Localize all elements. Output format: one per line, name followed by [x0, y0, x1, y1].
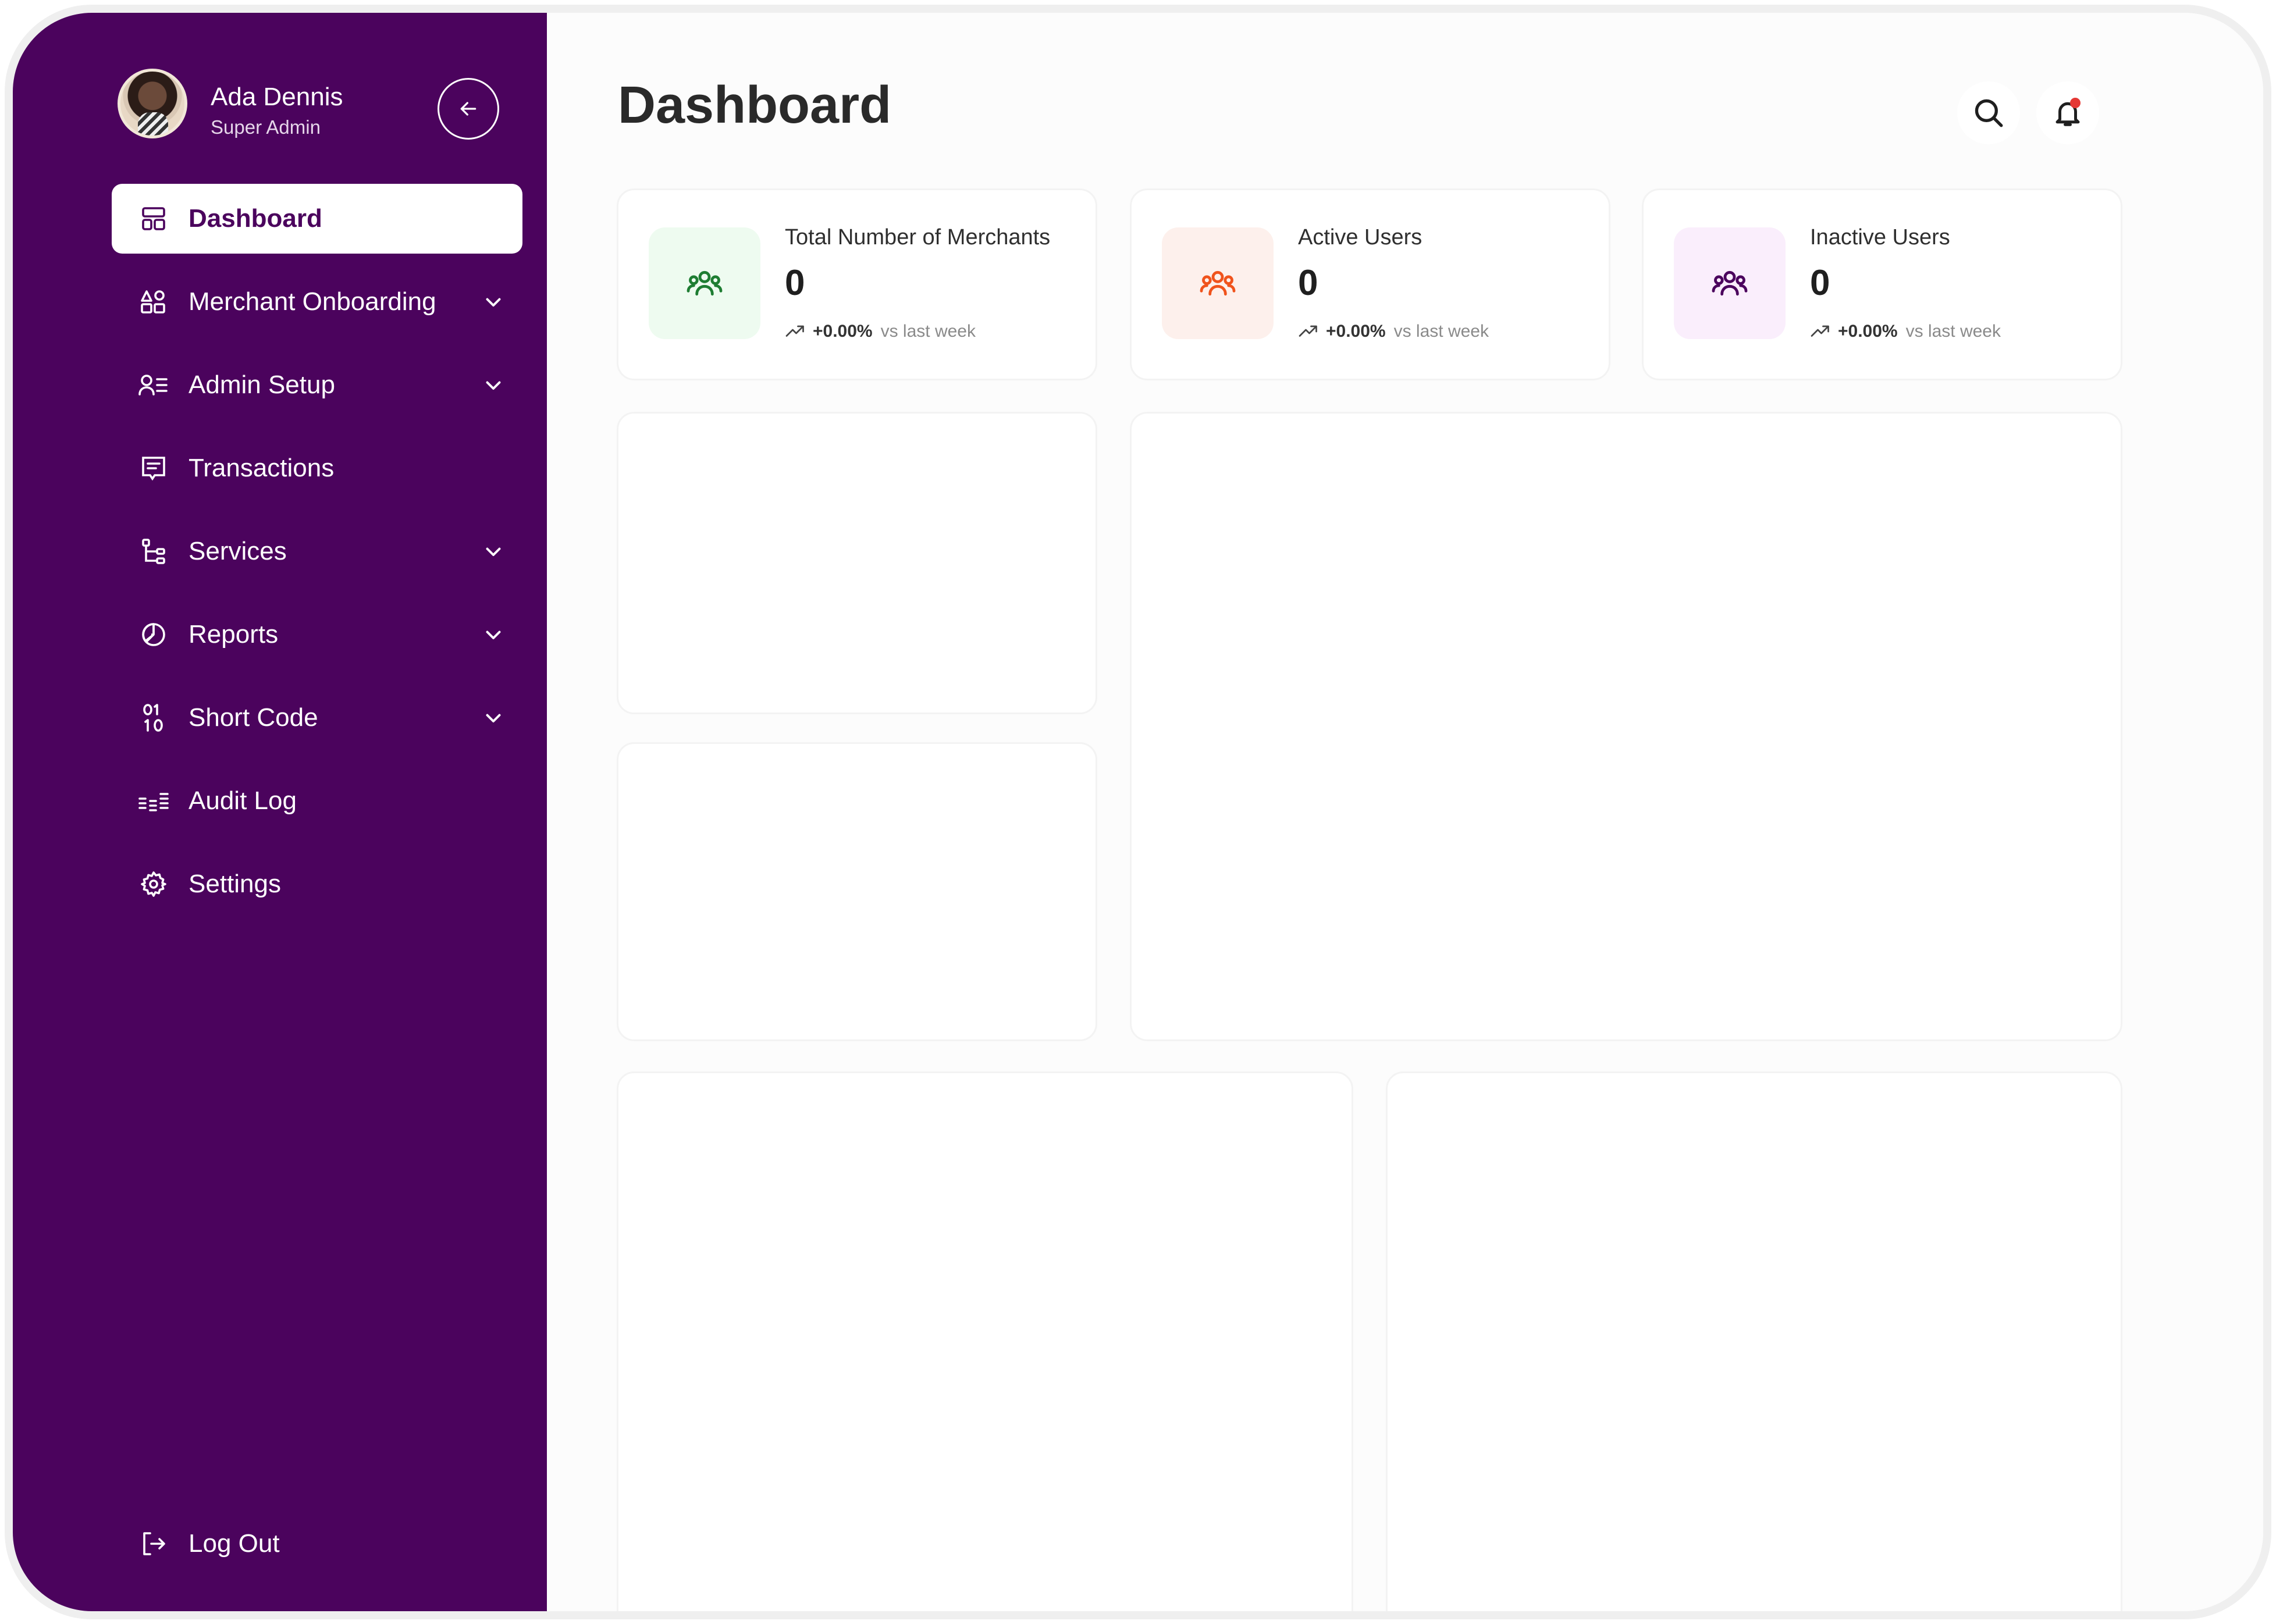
stat-trend: +0.00% vs last week	[1298, 322, 1489, 341]
stat-change: +0.00%	[813, 322, 873, 341]
logout-button[interactable]: Log Out	[138, 1529, 280, 1559]
stat-card-active-users: Active Users 0 +0.00% vs last week	[1130, 188, 1610, 380]
stat-trend: +0.00% vs last week	[785, 322, 976, 341]
users-icon	[687, 270, 723, 296]
users-icon	[1200, 270, 1236, 296]
sidebar: Ada Dennis Super Admin Dashboard Merchan…	[13, 13, 547, 1611]
receipt-icon	[138, 453, 169, 483]
avatar	[118, 69, 187, 138]
stat-comparison: vs last week	[1905, 322, 2001, 341]
stat-card-inactive-users: Inactive Users 0 +0.00% vs last week	[1642, 188, 2122, 380]
collapse-sidebar-button[interactable]	[438, 78, 499, 140]
profile-name: Ada Dennis	[211, 83, 343, 111]
logout-label: Log Out	[189, 1529, 280, 1558]
chevron-down-icon	[486, 547, 501, 556]
sidebar-nav: Dashboard Merchant Onboarding Admin Setu…	[112, 184, 522, 932]
sidebar-item-merchant-onboarding[interactable]: Merchant Onboarding	[112, 267, 522, 337]
stat-value: 0	[1810, 263, 1830, 303]
empty-panel	[617, 412, 1097, 714]
search-button[interactable]	[1957, 81, 2020, 144]
sidebar-item-reports[interactable]: Reports	[112, 600, 522, 669]
sidebar-item-label: Audit Log	[189, 786, 297, 815]
trend-up-icon	[785, 325, 804, 337]
notification-dot	[2070, 98, 2081, 108]
logout-icon	[138, 1529, 169, 1559]
audit-icon	[138, 786, 169, 816]
sidebar-item-admin-setup[interactable]: Admin Setup	[112, 350, 522, 420]
page-title: Dashboard	[618, 76, 892, 134]
sidebar-item-services[interactable]: Services	[112, 517, 522, 586]
stat-card-total-merchants: Total Number of Merchants 0 +0.00% vs la…	[617, 188, 1097, 380]
empty-panel	[617, 742, 1097, 1041]
sidebar-item-label: Merchant Onboarding	[189, 287, 436, 316]
chevron-down-icon	[486, 631, 501, 639]
sidebar-item-dashboard[interactable]: Dashboard	[112, 184, 522, 254]
sidebar-item-label: Dashboard	[189, 204, 322, 233]
pie-chart-icon	[138, 619, 169, 650]
empty-panel	[1130, 412, 2122, 1041]
trend-up-icon	[1811, 325, 1829, 337]
binary-icon	[138, 703, 169, 733]
stat-value: 0	[1298, 263, 1318, 303]
stat-trend: +0.00% vs last week	[1810, 322, 2001, 341]
sidebar-item-label: Services	[189, 537, 287, 565]
arrow-left-icon	[460, 102, 476, 116]
sidebar-item-label: Admin Setup	[189, 371, 335, 399]
sidebar-item-label: Transactions	[189, 454, 335, 482]
search-icon	[1975, 99, 2003, 127]
sidebar-item-label: Settings	[189, 870, 281, 898]
stat-label: Total Number of Merchants	[785, 225, 1051, 250]
gear-icon	[138, 869, 169, 899]
chevron-down-icon	[486, 381, 501, 390]
shapes-icon	[138, 287, 169, 317]
stat-label: Inactive Users	[1810, 225, 1950, 250]
sidebar-item-label: Reports	[189, 620, 279, 649]
stat-value: 0	[785, 263, 805, 303]
stat-change: +0.00%	[1326, 322, 1386, 341]
sidebar-item-audit-log[interactable]: Audit Log	[112, 766, 522, 836]
empty-panel	[1386, 1071, 2122, 1611]
stat-label: Active Users	[1298, 225, 1422, 250]
dashboard-icon	[138, 204, 169, 234]
stat-icon-box	[1674, 227, 1786, 339]
stat-icon-box	[1162, 227, 1274, 339]
users-icon	[1712, 270, 1748, 296]
chevron-down-icon	[486, 298, 501, 307]
chevron-down-icon	[486, 714, 501, 722]
stat-change: +0.00%	[1838, 322, 1898, 341]
sidebar-item-settings[interactable]: Settings	[112, 849, 522, 919]
user-list-icon	[138, 370, 169, 400]
main-content: Dashboard Total Number of Merchants 0 +0…	[547, 13, 2263, 1611]
app-window: Ada Dennis Super Admin Dashboard Merchan…	[5, 5, 2271, 1619]
sidebar-item-transactions[interactable]: Transactions	[112, 433, 522, 503]
stat-comparison: vs last week	[1393, 322, 1489, 341]
trend-up-icon	[1299, 325, 1317, 337]
sidebar-item-label: Short Code	[189, 703, 318, 732]
hierarchy-icon	[138, 536, 169, 567]
stat-comparison: vs last week	[880, 322, 976, 341]
stat-icon-box	[649, 227, 760, 339]
empty-panel	[617, 1071, 1353, 1611]
sidebar-item-short-code[interactable]: Short Code	[112, 683, 522, 753]
profile-role: Super Admin	[211, 116, 321, 138]
notifications-button[interactable]	[2036, 81, 2099, 144]
